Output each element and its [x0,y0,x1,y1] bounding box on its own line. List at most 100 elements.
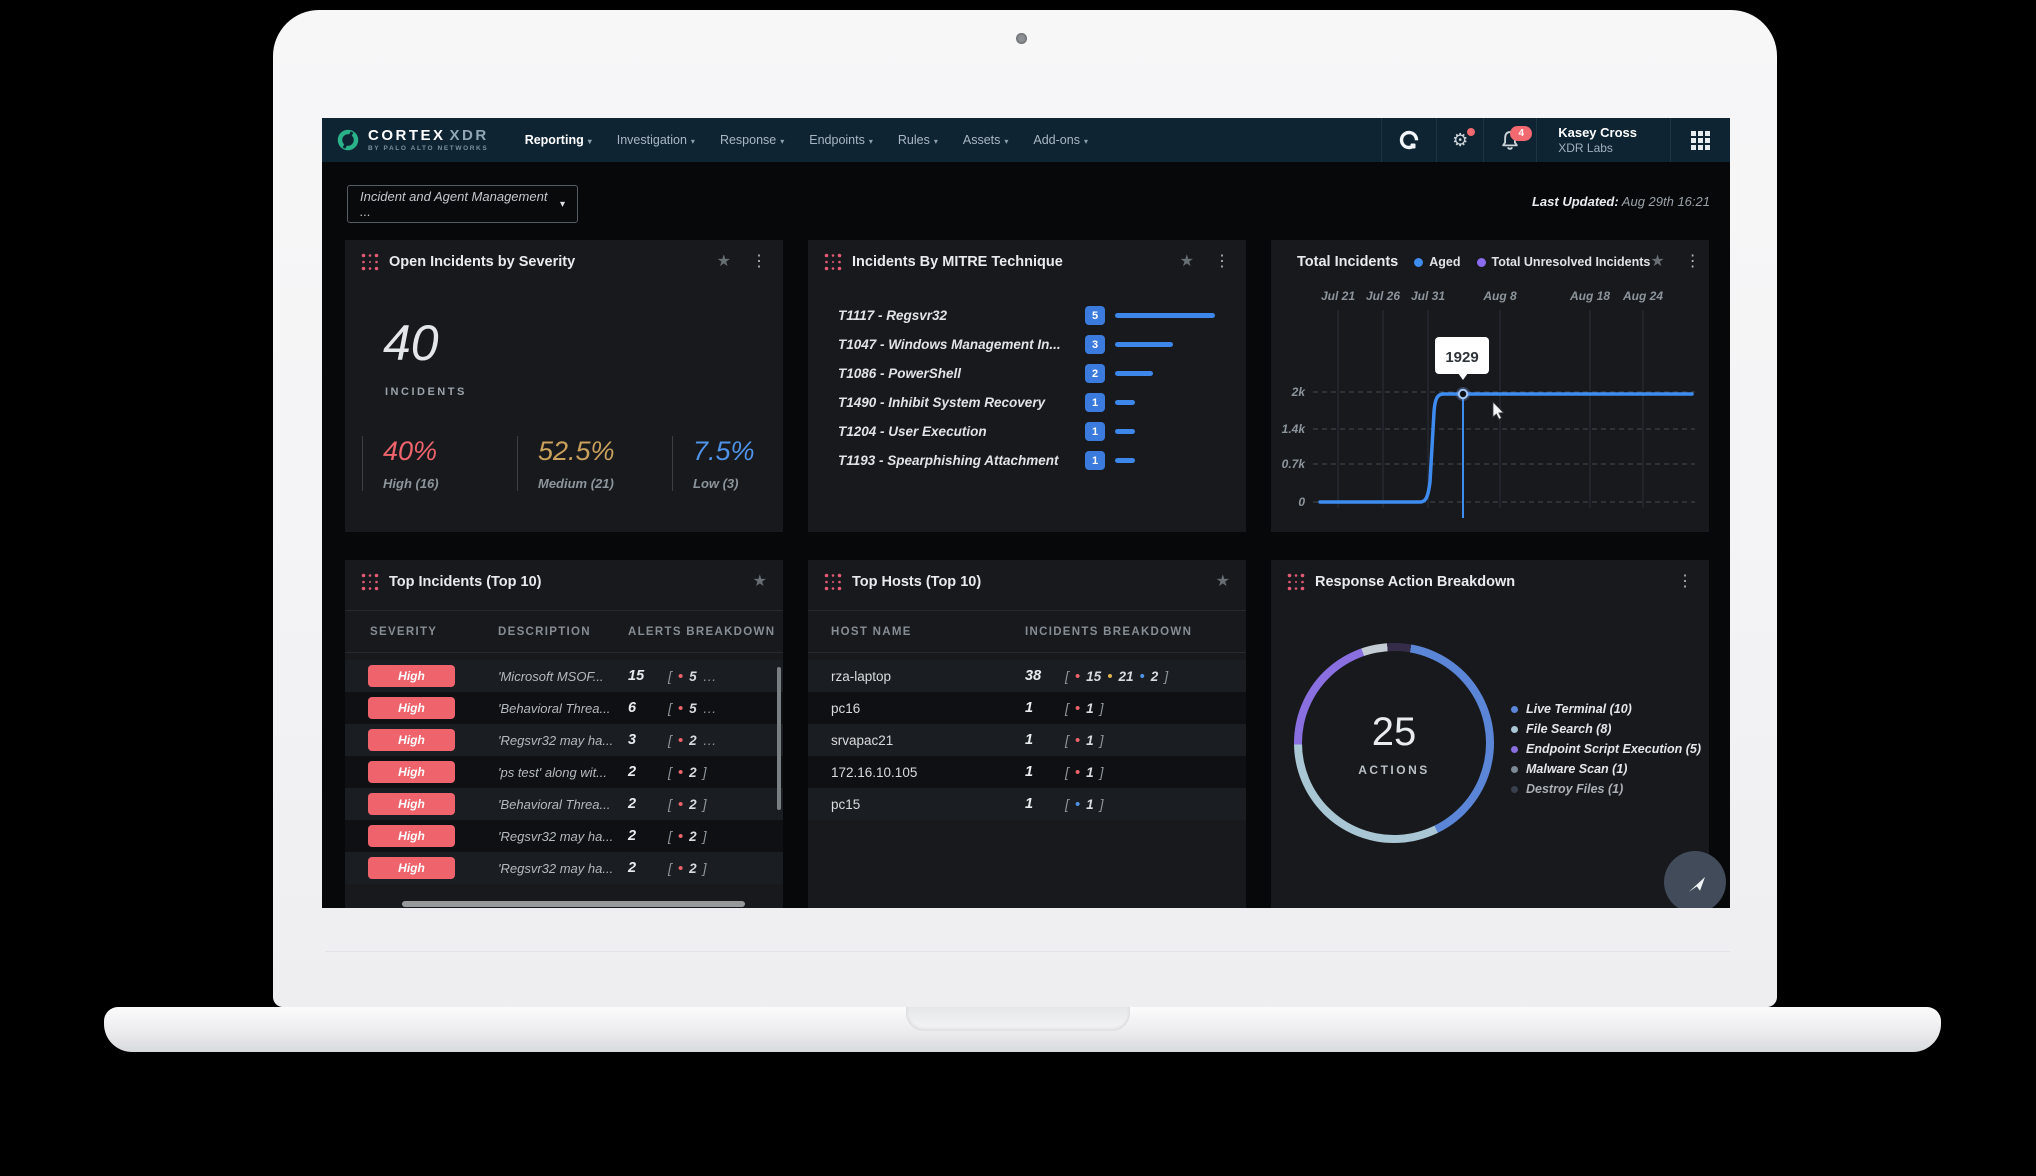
kebab-menu-icon[interactable]: ⋮ [1214,254,1230,270]
user-profile[interactable]: Kasey Cross XDR Labs [1536,118,1670,162]
mitre-row[interactable]: T1490 - Inhibit System Recovery 1 [838,388,1234,417]
chevron-down-icon: ▾ [869,137,873,146]
legend-dot [1511,726,1518,733]
card-title: Top Incidents (Top 10) [389,574,542,590]
chevron-down-icon: ▾ [780,137,784,146]
favorite-star-icon[interactable]: ★ [753,574,767,590]
top-incidents-rows: High 'Microsoft MSOF... 15 [ • 5 … High … [345,660,783,884]
table-row[interactable]: pc15 1 [ • 1 ] [808,788,1246,820]
favorite-star-icon[interactable]: ★ [717,254,731,270]
total-incidents-label: INCIDENTS [385,386,467,398]
severity-dot-icon: • [678,861,683,876]
mitre-row[interactable]: T1117 - Regsvr32 5 [838,301,1234,330]
widget-icon [1287,573,1305,591]
mitre-row[interactable]: T1086 - PowerShell 2 [838,359,1234,388]
severity-chip: High [368,729,455,751]
horizontal-scrollbar[interactable] [402,901,745,907]
table-row[interactable]: High 'ps test' along wit... 2 [ • 2 ] [345,756,783,788]
menu-response[interactable]: Response▾ [720,133,784,147]
x-tick: Jul 21 [1321,289,1355,303]
bar [1115,400,1135,405]
severity-dot-icon: • [1075,797,1080,812]
menu-reporting[interactable]: Reporting▾ [525,133,592,147]
widget-icon [824,253,842,271]
stat-high: 40% High (16) [362,436,517,491]
table-row[interactable]: High 'Regsvr32 may ha... 3 [ • 2 … [345,724,783,756]
report-selector-value: Incident and Agent Management ... [360,189,560,219]
query-ring-icon [1397,128,1421,152]
alerts-breakdown: [ • 5 … [668,700,717,716]
table-row[interactable]: High 'Behavioral Threa... 2 [ • 2 ] [345,788,783,820]
legend-item[interactable]: Destroy Files (1) [1511,782,1701,796]
alerts-breakdown: [ • 2 … [668,732,717,748]
aged-series-line [1320,394,1692,502]
screenshot-stage: CORTEXXDR BY PALO ALTO NETWORKS Reportin… [0,0,2036,1176]
app-switcher-button[interactable] [1670,118,1730,162]
table-row[interactable]: High 'Microsoft MSOF... 15 [ • 5 … [345,660,783,692]
x-tick: Jul 31 [1411,289,1445,303]
top-hosts-rows: rza-laptop 38 [ • 15 • 21 • 2 ] pc16 [808,660,1246,820]
chevron-down-icon: ▾ [1084,137,1088,146]
severity-chip: High [368,761,455,783]
severity-dot-icon: • [678,701,683,716]
settings-button[interactable]: ⚙ [1436,118,1483,162]
navbar-right: ⚙ 4 Kasey Cross XDR Labs [1381,118,1730,162]
legend-dot [1511,786,1518,793]
cortex-logo-icon [336,128,360,152]
menu-rules[interactable]: Rules▾ [898,133,938,147]
severity-chip: High [368,665,455,687]
mitre-bar-list: T1117 - Regsvr32 5 T1047 - Windows Manag… [838,301,1234,475]
menu-endpoints[interactable]: Endpoints▾ [809,133,873,147]
kebab-menu-icon[interactable]: ⋮ [1677,574,1693,590]
menu-assets[interactable]: Assets▾ [963,133,1009,147]
mitre-row[interactable]: T1047 - Windows Management In... 3 [838,330,1234,359]
table-row[interactable]: 172.16.10.105 1 [ • 1 ] [808,756,1246,788]
severity-dot-icon: • [678,829,683,844]
notifications-button[interactable]: 4 [1483,118,1536,162]
user-name: Kasey Cross [1558,125,1637,141]
table-row[interactable]: High 'Regsvr32 may ha... 2 [ • 2 ] [345,852,783,884]
severity-dot-icon: • [1107,669,1112,684]
widget-icon [361,573,379,591]
legend-item[interactable]: Live Terminal (10) [1511,702,1701,716]
severity-dot-icon: • [1075,701,1080,716]
cortex-xdr-logo[interactable]: CORTEXXDR BY PALO ALTO NETWORKS [322,128,489,153]
table-row[interactable]: rza-laptop 38 [ • 15 • 21 • 2 ] [808,660,1246,692]
legend-item[interactable]: Endpoint Script Execution (5) [1511,742,1701,756]
favorite-star-icon[interactable]: ★ [1180,254,1194,270]
severity-stats: 40% High (16) 52.5% Medium (21) 7.5% Low… [362,436,827,491]
screen: CORTEXXDR BY PALO ALTO NETWORKS Reportin… [322,118,1730,908]
y-tick: 2k [1291,385,1307,399]
incidents-breakdown: [ • 1 ] [1065,764,1104,780]
favorite-star-icon[interactable]: ★ [1216,574,1230,590]
chevron-down-icon: ▾ [934,137,938,146]
report-selector-dropdown[interactable]: Incident and Agent Management ... ▾ [347,185,578,223]
menu-add-ons[interactable]: Add-ons▾ [1033,133,1088,147]
query-status-button[interactable] [1381,118,1436,162]
kebab-menu-icon[interactable]: ⋮ [751,254,767,270]
feedback-fab-button[interactable] [1664,851,1726,908]
vertical-scrollbar[interactable] [777,667,781,810]
alerts-breakdown: [ • 2 ] [668,828,707,844]
legend-item[interactable]: Malware Scan (1) [1511,762,1701,776]
y-tick: 0 [1298,495,1305,509]
x-tick: Aug 24 [1622,289,1663,303]
widget-icon [361,253,379,271]
severity-chip: High [368,697,455,719]
mouse-cursor-icon [1493,402,1503,419]
table-row[interactable]: pc16 1 [ • 1 ] [808,692,1246,724]
table-row[interactable]: srvapac21 1 [ • 1 ] [808,724,1246,756]
mitre-row[interactable]: T1204 - User Execution 1 [838,417,1234,446]
card-title: Response Action Breakdown [1315,574,1515,590]
actions-total-label: ACTIONS [1358,763,1430,777]
alerts-breakdown: [ • 2 ] [668,860,707,876]
mitre-row[interactable]: T1193 - Spearphishing Attachment 1 [838,446,1234,475]
menu-investigation[interactable]: Investigation▾ [617,133,695,147]
table-row[interactable]: High 'Behavioral Threa... 6 [ • 5 … [345,692,783,724]
table-row[interactable]: High 'Regsvr32 may ha... 2 [ • 2 ] [345,820,783,852]
alerts-breakdown: [ • 2 ] [668,796,707,812]
card-title: Top Hosts (Top 10) [852,574,981,590]
severity-dot-icon: • [1075,733,1080,748]
legend-item[interactable]: File Search (8) [1511,722,1701,736]
incidents-breakdown: [ • 15 • 21 • 2 ] [1065,668,1168,684]
